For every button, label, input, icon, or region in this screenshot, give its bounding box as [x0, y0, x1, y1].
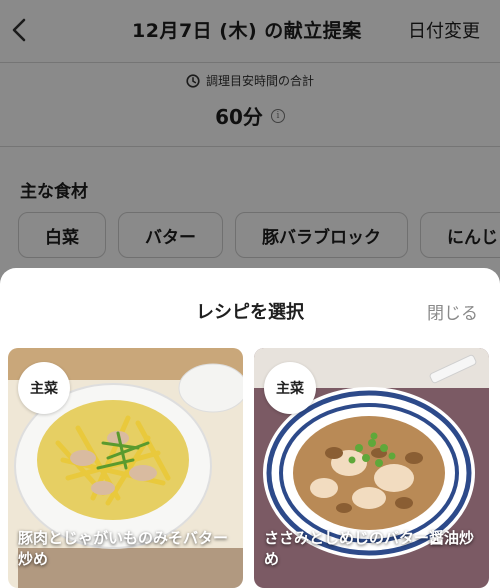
recipe-name: 豚肉とじゃがいものみそバター炒め: [18, 529, 229, 568]
close-button[interactable]: 閉じる: [427, 299, 478, 324]
recipe-card[interactable]: 主菜 ささみとしめじのバター醤油炒め: [254, 348, 489, 588]
recipe-card[interactable]: 主菜 豚肉とじゃがいものみそバター炒め: [8, 348, 243, 588]
recipe-select-sheet: レシピを選択 閉じる 主菜 豚肉とじゃがいものみそバター炒め 主菜 ささみとしめ…: [0, 268, 500, 588]
main-dish-badge: 主菜: [264, 362, 316, 414]
sheet-title: レシピを選択: [196, 302, 304, 323]
recipe-name: ささみとしめじのバター醤油炒め: [264, 529, 475, 568]
main-dish-badge: 主菜: [18, 362, 70, 414]
